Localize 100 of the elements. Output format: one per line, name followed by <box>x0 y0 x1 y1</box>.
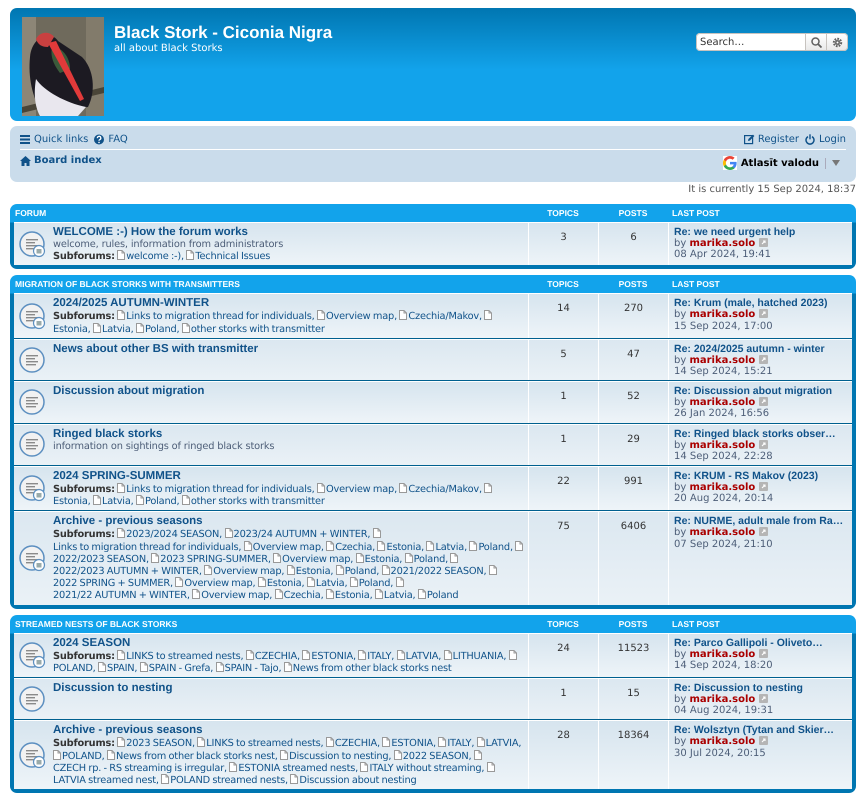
forum-title-link[interactable]: Discussion to nesting <box>53 682 172 696</box>
subforum-link[interactable]: Discussion to nesting, <box>289 750 392 762</box>
subforum-link[interactable]: POLAND streamed nests, <box>170 775 288 786</box>
subforum-link[interactable]: 2022 SPRING + SUMMER, <box>53 578 173 590</box>
view-post-icon[interactable] <box>758 354 768 364</box>
view-post-icon[interactable] <box>758 238 768 247</box>
subforum-link[interactable]: Estonia, <box>334 590 372 602</box>
subforum-link[interactable]: other storks with transmitter <box>190 324 325 335</box>
subforum-link[interactable]: Links to migration thread for individuals, <box>53 542 242 553</box>
author-link[interactable]: marika.solo <box>689 694 756 706</box>
last-post-link[interactable]: Re: Discussion to nesting <box>674 682 850 694</box>
subforum-link[interactable]: Poland, <box>358 578 394 590</box>
subforum-link[interactable]: Latvia, <box>435 542 468 553</box>
subforum-link[interactable]: POLAND, <box>62 750 105 762</box>
subforum-link[interactable]: Czechia/Makov, <box>408 484 482 496</box>
subforum-link[interactable]: other storks with transmitter <box>190 496 325 508</box>
subforum-link[interactable]: Overview map, <box>184 578 256 590</box>
forum-title-link[interactable]: News about other BS with transmitter <box>53 342 258 356</box>
view-post-icon[interactable] <box>758 309 768 318</box>
forum-title-link[interactable]: Ringed black storks <box>53 428 274 441</box>
subforum-link[interactable]: LATVIA, <box>406 650 442 662</box>
subforum-link[interactable]: News from other black storks nest, <box>116 750 278 762</box>
forum-title-link[interactable]: 2024 SPRING-SUMMER <box>53 470 526 484</box>
subforum-link[interactable]: Latvia, <box>102 496 134 508</box>
search-button[interactable] <box>806 33 827 51</box>
subforum-link[interactable]: Czechia, <box>335 542 376 553</box>
subforum-link[interactable]: Estonia, <box>364 554 402 565</box>
subforum-link[interactable]: Poland, <box>144 324 180 335</box>
settings-button[interactable] <box>827 33 848 51</box>
subforum-link[interactable]: welcome :-), <box>126 251 184 262</box>
subforum-link[interactable]: Overview map, <box>213 566 284 578</box>
last-post-link[interactable]: Re: Ringed black storks obser… <box>674 428 850 440</box>
subforum-link[interactable]: 2021/2022 SEASON, <box>390 566 486 578</box>
subforum-link[interactable]: 2022/2023 AUTUMN + WINTER, <box>53 566 202 578</box>
subforum-link[interactable]: Discussion about nesting <box>299 775 416 786</box>
subforum-link[interactable]: Latvia, <box>102 324 134 335</box>
subforum-link[interactable]: LATVIA streamed nest, <box>53 775 159 786</box>
subforum-link[interactable]: ESTONIA, <box>391 738 436 750</box>
subforum-link[interactable]: News from other black storks nest <box>292 662 452 674</box>
view-post-icon[interactable] <box>758 694 768 704</box>
last-post-link[interactable]: Re: 2024/2025 autumn - winter <box>674 342 850 355</box>
author-link[interactable]: marika.solo <box>689 238 756 249</box>
subforum-link[interactable]: CZECH rp. - RS streaming is irregular, <box>53 762 227 774</box>
forum-title-link[interactable]: Archive - previous seasons <box>53 515 526 528</box>
subforum-link[interactable]: Czechia/Makov, <box>408 311 482 322</box>
subforum-link[interactable]: ESTONIA, <box>311 650 356 662</box>
subforum-link[interactable]: Overview map, <box>326 484 397 496</box>
subforum-link[interactable]: Poland <box>426 590 458 602</box>
subforum-link[interactable]: LATVIA, <box>486 738 522 750</box>
subforum-link[interactable]: Overview map, <box>326 311 397 322</box>
subforum-link[interactable]: Estonia, <box>53 496 91 508</box>
site-title[interactable]: Black Stork - Ciconia Nigra <box>114 23 696 43</box>
subforum-link[interactable]: ITALY without streaming, <box>369 762 484 774</box>
author-link[interactable]: marika.solo <box>689 527 756 538</box>
subforum-link[interactable]: Estonia, <box>386 542 424 553</box>
quick-links-menu[interactable]: Quick links <box>20 134 88 144</box>
subforum-link[interactable]: Poland, <box>414 554 448 565</box>
subforum-link[interactable]: Poland, <box>344 566 380 578</box>
subforum-link[interactable]: LINKS to streamed nests, <box>206 738 324 750</box>
view-post-icon[interactable] <box>758 736 768 746</box>
view-post-icon[interactable] <box>758 440 768 449</box>
subforum-link[interactable]: Links to migration thread for individuals, <box>126 484 315 496</box>
subforum-link[interactable]: Estonia, <box>53 324 91 335</box>
last-post-link[interactable]: Re: Krum (male, hatched 2023) <box>674 297 850 310</box>
subforum-link[interactable]: LITHUANIA, <box>452 650 506 662</box>
view-post-icon[interactable] <box>758 397 768 406</box>
login-link[interactable]: Login <box>805 134 846 144</box>
forum-title-link[interactable]: WELCOME :-) How the forum works <box>53 226 284 239</box>
forum-title-link[interactable]: Archive - previous seasons <box>53 724 526 738</box>
view-post-icon[interactable] <box>758 482 768 492</box>
subforum-link[interactable]: Overview map, <box>252 542 324 553</box>
author-link[interactable]: marika.solo <box>689 648 756 660</box>
subforum-link[interactable]: Technical Issues <box>195 251 270 262</box>
view-post-icon[interactable] <box>758 527 768 536</box>
last-post-link[interactable]: Re: Discussion about migration <box>674 385 850 398</box>
subforum-link[interactable]: Poland, <box>144 496 180 508</box>
subforum-link[interactable]: SPAIN - Tajo, <box>224 662 282 674</box>
subforum-link[interactable]: CZECHIA, <box>334 738 380 750</box>
subforum-link[interactable]: 2023 SPRING-SUMMER, <box>160 554 271 565</box>
subforum-link[interactable]: 2022 SEASON, <box>402 750 472 762</box>
subforum-link[interactable]: 2022/2023 SEASON, <box>53 554 149 565</box>
author-link[interactable]: marika.solo <box>689 440 756 451</box>
subforum-link[interactable]: 2023 SEASON, <box>126 738 195 750</box>
subforum-link[interactable]: Latvia, <box>384 590 416 602</box>
last-post-link[interactable]: Re: KRUM - RS Makov (2023) <box>674 470 850 482</box>
author-link[interactable]: marika.solo <box>689 397 756 408</box>
subforum-link[interactable]: Estonia, <box>296 566 334 578</box>
subforum-link[interactable]: SPAIN, <box>107 662 138 674</box>
subforum-link[interactable]: ESTONIA streamed nests, <box>238 762 358 774</box>
last-post-link[interactable]: Re: we need urgent help <box>674 226 850 238</box>
subforum-link[interactable]: SPAIN - Grefa, <box>148 662 214 674</box>
author-link[interactable]: marika.solo <box>689 736 756 748</box>
subforum-link[interactable]: Poland, <box>478 542 513 553</box>
last-post-link[interactable]: Re: Wolsztyn (Tytan and Skier… <box>674 724 850 736</box>
subforum-link[interactable]: Links to migration thread for individuals, <box>126 311 315 322</box>
subforum-link[interactable]: 2023/24 AUTUMN + WINTER, <box>234 529 370 540</box>
subforum-link[interactable]: ITALY, <box>367 650 394 662</box>
author-link[interactable]: marika.solo <box>689 482 756 494</box>
subforum-link[interactable]: 2023/2024 SEASON, <box>126 529 222 540</box>
subforum-link[interactable]: POLAND, <box>53 662 96 674</box>
